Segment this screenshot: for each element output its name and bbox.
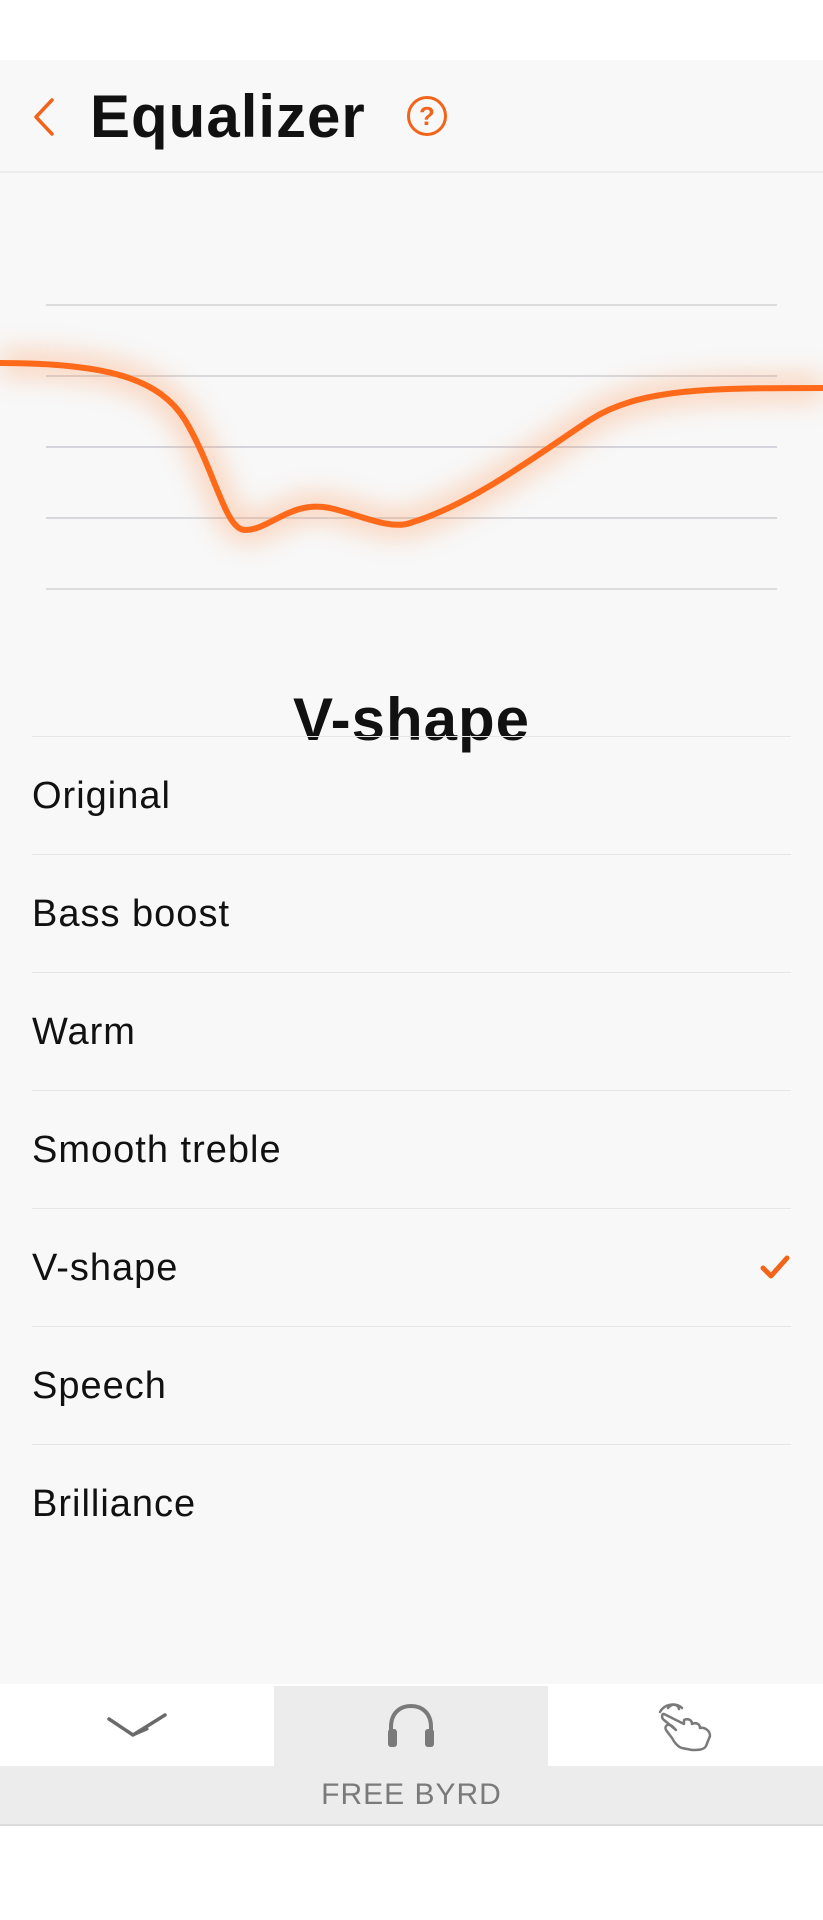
equalizer-screen: Equalizer ? V-shape Original Bass boost [0, 60, 823, 1684]
tab-touch-controls[interactable] [548, 1686, 823, 1766]
bird-logo-icon [107, 1713, 167, 1737]
checkmark-icon [760, 1255, 790, 1279]
preset-item-speech[interactable]: Speech [32, 1326, 791, 1444]
tab-home[interactable] [0, 1686, 274, 1766]
device-name: FREE BYRD [321, 1778, 502, 1811]
preset-item-original[interactable]: Original [32, 736, 791, 854]
chevron-left-icon [34, 98, 54, 136]
page-title: Equalizer [90, 83, 366, 150]
equalizer-curve-graph [0, 304, 823, 590]
connected-device-bar: FREE BYRD [0, 1766, 823, 1826]
preset-label: Bass boost [32, 893, 230, 935]
top-app-bar: Equalizer ? [0, 60, 823, 173]
preset-label: V-shape [32, 1247, 179, 1289]
preset-item-bass-boost[interactable]: Bass boost [32, 854, 791, 972]
status-bar-area [0, 0, 823, 60]
help-button[interactable]: ? [407, 96, 447, 136]
back-button[interactable] [22, 90, 66, 144]
preset-label: Warm [32, 1011, 136, 1053]
preset-list: Original Bass boost Warm Smooth treble V… [32, 736, 791, 1562]
help-icon: ? [419, 101, 435, 131]
preset-item-v-shape[interactable]: V-shape [32, 1208, 791, 1326]
preset-item-smooth-treble[interactable]: Smooth treble [32, 1090, 791, 1208]
preset-label: Original [32, 775, 171, 817]
touch-gesture-icon [658, 1703, 711, 1752]
graph-gridlines [46, 304, 777, 590]
preset-label: Speech [32, 1365, 167, 1407]
bottom-navigation [0, 1686, 823, 1766]
tab-equalizer[interactable] [274, 1686, 548, 1766]
preset-label: Smooth treble [32, 1129, 282, 1171]
preset-label: Brilliance [32, 1483, 197, 1525]
preset-item-brilliance[interactable]: Brilliance [32, 1444, 791, 1562]
headphones-icon [388, 1703, 434, 1747]
preset-item-warm[interactable]: Warm [32, 972, 791, 1090]
